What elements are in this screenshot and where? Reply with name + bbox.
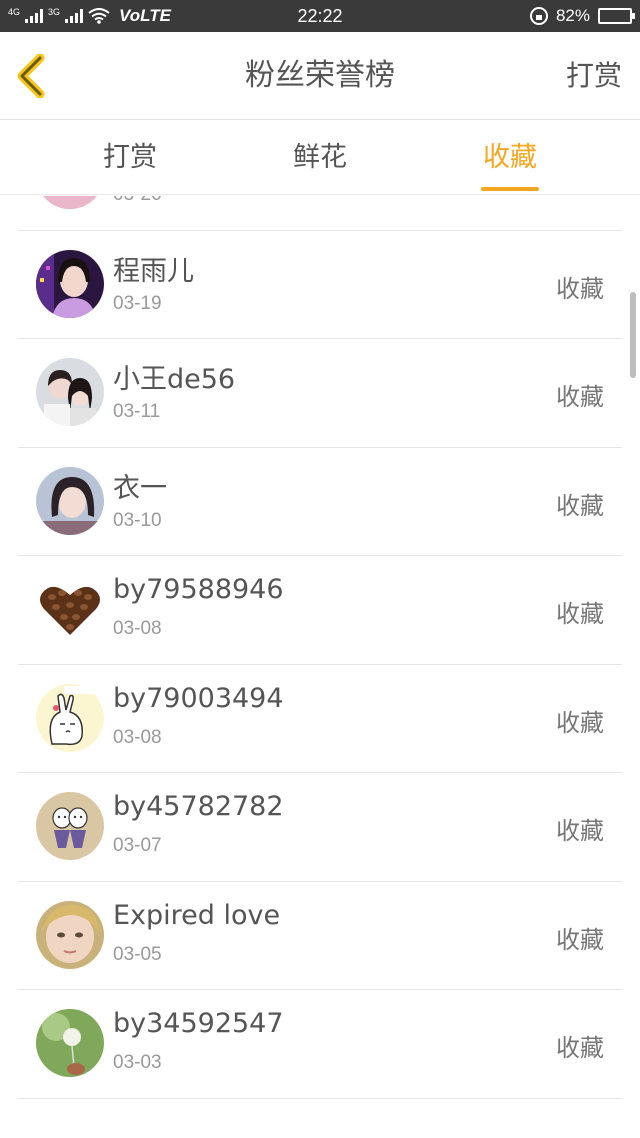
user-date: 03-10 [113,509,162,531]
fan-list-content: 颜 号 03-26 收藏 程雨儿 03-19 收藏 [0,196,640,1099]
fan-list[interactable]: 颜 号 03-26 收藏 程雨儿 03-19 收藏 [0,196,640,1138]
user-name: by45782782 [113,791,284,822]
user-name: Expired love [113,899,281,931]
page-title: 粉丝荣誉榜 [245,58,395,93]
avatar-pink [36,196,104,209]
scrollbar[interactable] [630,292,636,378]
nav-bar: 粉丝荣誉榜 打赏 [0,32,640,120]
action-label: 收藏 [556,708,604,737]
rotation-lock-icon [529,7,548,25]
user-date: 03-07 [113,835,162,856]
list-item[interactable]: by79588946 03-08 收藏 [18,556,622,665]
tab-favorites-label: 收藏 [483,142,537,173]
list-item[interactable]: 程雨儿 03-19 收藏 [18,231,622,339]
user-date: 03-08 [113,618,162,639]
action-label: 收藏 [556,491,604,520]
action-label: 收藏 [556,925,604,954]
avatar-cartoon-pair [36,792,104,860]
avatar [36,466,104,535]
user-date: 03-05 [113,943,162,965]
avatar [36,196,104,209]
user-name: 衣一 [113,472,167,504]
list-item[interactable]: by45782782 03-07 收藏 [18,773,622,882]
avatar-face [36,900,104,969]
list-item[interactable]: by79003494 03-08 收藏 [18,665,622,773]
avatar [36,683,104,752]
user-name: by79003494 [113,682,284,714]
action-label: 收藏 [556,383,604,411]
list-item[interactable]: Expired love 03-05 收藏 [18,882,622,990]
avatar [36,575,104,643]
user-date: 03-03 [113,1052,162,1073]
user-date: 03-11 [113,401,161,422]
user-name: 程雨儿 [113,255,194,287]
action-label: 收藏 [556,600,604,628]
status-bar: 4G 3G VoLTE 22:22 82% [0,0,640,32]
user-date: 03-19 [113,292,162,314]
user-date: 03-08 [113,726,162,748]
status-right: 82% [529,0,635,32]
action-label: 收藏 [556,817,604,845]
avatar-cartoon-rabbit [36,683,104,752]
user-name: 小王de56 [113,364,236,395]
avatar-girl [36,466,104,535]
list-item[interactable]: 小王de56 03-11 收藏 [18,339,622,448]
avatar [36,1009,104,1077]
user-date: 03-26 [113,196,162,206]
action-label: 收藏 [556,1034,604,1062]
avatar-dandelion [36,1009,104,1077]
avatar-coffee-heart [36,575,104,643]
avatar [36,249,104,318]
list-item[interactable]: by34592547 03-03 收藏 [18,990,622,1099]
avatar [36,900,104,969]
tab-bar: 打赏 鲜花 收藏 [0,121,640,195]
list-item[interactable]: 颜 号 03-26 收藏 [18,196,622,231]
avatar-purple [36,249,104,318]
action-label: 收藏 [556,274,604,303]
tab-flowers[interactable]: 鲜花 [260,121,380,195]
reward-button[interactable]: 打赏 [566,32,622,120]
avatar [36,358,104,426]
battery-icon [598,8,635,24]
list-item[interactable]: 衣一 03-10 收藏 [18,448,622,556]
user-name: by34592547 [113,1008,284,1039]
battery-percent: 82% [555,6,590,25]
active-tab-indicator [481,187,539,191]
tab-reward[interactable]: 打赏 [70,121,190,195]
avatar [36,792,104,860]
avatar-couple [36,358,104,426]
user-name: by79588946 [113,574,284,605]
tab-favorites[interactable]: 收藏 [450,121,570,195]
